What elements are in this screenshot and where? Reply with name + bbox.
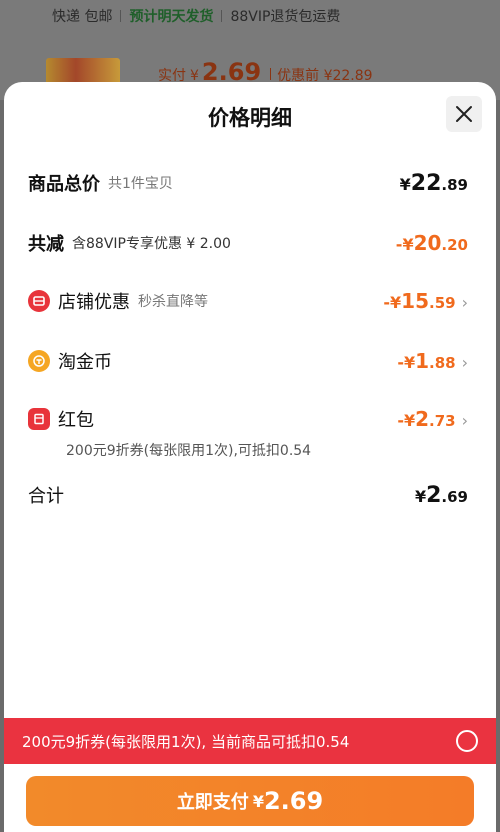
shop-amount: -¥ 15 .59 › bbox=[383, 289, 468, 313]
sum-amount: ¥ 2 .69 bbox=[415, 483, 468, 508]
total-sub: 共1件宝贝 bbox=[108, 176, 173, 192]
dispatch-text: 预计明天发货 bbox=[129, 9, 214, 25]
red-packet-label: 红包 bbox=[58, 410, 94, 431]
sheet-title: 价格明细 bbox=[208, 106, 292, 130]
divider bbox=[221, 10, 223, 22]
amount-int: 1 bbox=[415, 349, 430, 373]
divider bbox=[270, 68, 272, 80]
coupon-text: 200元9折券(每张限用1次), 当前商品可抵扣0.54 bbox=[22, 732, 350, 751]
red-packet-row[interactable]: 红包 -¥ 2 .73 › bbox=[28, 406, 468, 432]
sum-label: 合计 bbox=[28, 486, 64, 507]
divider bbox=[120, 10, 122, 22]
pay-button[interactable]: 立即支付 ¥ 2.69 bbox=[26, 776, 474, 826]
amount-dec: .73 bbox=[429, 412, 456, 430]
chevron-right-icon: › bbox=[461, 293, 468, 312]
pay-value: 2.69 bbox=[263, 787, 324, 815]
currency: -¥ bbox=[397, 411, 416, 430]
coin-amount: -¥ 1 .88 › bbox=[397, 349, 468, 373]
amount-int: 2 bbox=[426, 482, 442, 508]
amount-int: 15 bbox=[401, 289, 430, 313]
close-icon bbox=[456, 106, 472, 122]
amount-int: 22 bbox=[410, 170, 442, 196]
amount-int: 20 bbox=[413, 231, 442, 255]
total-row: 商品总价 共1件宝贝 ¥ 22 .89 bbox=[28, 170, 468, 196]
pay-area: 立即支付 ¥ 2.69 bbox=[4, 764, 496, 832]
currency: ¥ bbox=[399, 174, 411, 194]
amount-int: 2 bbox=[415, 407, 430, 431]
shop-sub: 秒杀直降等 bbox=[138, 294, 208, 310]
sum-row: 合计 ¥ 2 .69 bbox=[28, 482, 468, 508]
coupon-radio[interactable] bbox=[456, 730, 478, 752]
amount-dec: .20 bbox=[441, 236, 468, 254]
coin-label: 淘金币 bbox=[58, 352, 112, 373]
red-packet-note: 200元9折券(每张限用1次),可抵扣0.54 bbox=[66, 443, 312, 459]
red-packet-icon bbox=[28, 408, 50, 430]
close-button[interactable] bbox=[446, 96, 482, 132]
shop-discount-row[interactable]: 店铺优惠 秒杀直降等 -¥ 15 .59 › bbox=[28, 288, 468, 314]
amount-dec: .59 bbox=[429, 294, 456, 312]
chevron-right-icon: › bbox=[461, 411, 468, 430]
chevron-right-icon: › bbox=[461, 353, 468, 372]
shop-label: 店铺优惠 bbox=[58, 292, 130, 313]
reduce-sub: 含88VIP专享优惠 ¥ 2.00 bbox=[72, 236, 231, 252]
coupon-bar[interactable]: 200元9折券(每张限用1次), 当前商品可抵扣0.54 bbox=[4, 718, 496, 764]
coin-row[interactable]: 淘金币 -¥ 1 .88 › bbox=[28, 348, 468, 374]
pay-label: 立即支付 bbox=[176, 792, 249, 813]
shipping-info: 快递 包邮 预计明天发货 88VIP退货包运费 bbox=[52, 6, 340, 26]
amount-dec: .89 bbox=[441, 175, 468, 194]
currency: ¥ bbox=[414, 486, 427, 506]
reduce-label: 共减 bbox=[28, 234, 64, 255]
total-label: 商品总价 bbox=[28, 174, 100, 195]
currency: -¥ bbox=[383, 293, 402, 312]
reduce-row: 共减 含88VIP专享优惠 ¥ 2.00 -¥ 20 .20 bbox=[28, 230, 468, 256]
shipping-text: 快递 包邮 bbox=[52, 9, 113, 25]
pay-currency: ¥ bbox=[252, 791, 264, 811]
currency: -¥ bbox=[395, 235, 414, 254]
vip-note-text: 88VIP退货包运费 bbox=[230, 9, 341, 25]
amount-dec: .69 bbox=[441, 487, 468, 506]
shop-icon bbox=[28, 290, 50, 312]
coin-icon bbox=[28, 350, 50, 372]
currency: -¥ bbox=[397, 353, 416, 372]
total-amount: ¥ 22 .89 bbox=[400, 171, 468, 196]
red-packet-amount: -¥ 2 .73 › bbox=[397, 407, 468, 431]
amount-dec: .88 bbox=[429, 354, 456, 372]
reduce-amount: -¥ 20 .20 bbox=[396, 231, 468, 255]
